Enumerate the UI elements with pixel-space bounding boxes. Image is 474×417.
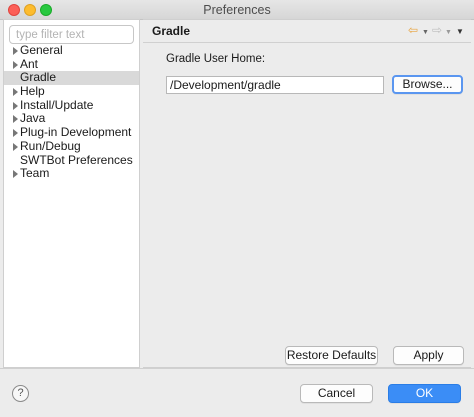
expand-arrow-icon[interactable] — [13, 88, 18, 97]
view-menu-icon[interactable]: ▼ — [456, 26, 464, 38]
page-title: Gradle — [152, 24, 191, 38]
expand-arrow-icon[interactable] — [13, 101, 18, 110]
preference-tree: General Ant Gradle Help Install/Update J… — [4, 43, 139, 181]
tree-item-label: Help — [20, 84, 45, 99]
header-divider — [143, 42, 471, 43]
preference-page: Gradle ⇦ ▼ ⇨ ▼ ▼ Gradle User Home: Brows… — [143, 19, 471, 368]
forward-arrow-icon[interactable]: ⇨ — [432, 24, 442, 36]
tree-item-swtbot-preferences[interactable]: SWTBot Preferences — [4, 152, 139, 168]
tree-item-label: General — [20, 43, 63, 57]
tree-item-label: Java — [20, 111, 46, 126]
expand-arrow-icon[interactable] — [13, 115, 18, 124]
tree-item-label: Gradle — [20, 70, 57, 85]
preferences-window: Preferences General Ant Gradle Help Inst… — [0, 0, 474, 417]
tree-item-label: Team — [20, 166, 50, 181]
tree-item-label: SWTBot Preferences — [20, 152, 133, 167]
forward-history-dropdown-icon[interactable]: ▼ — [445, 27, 452, 39]
tree-item-ant[interactable]: Ant — [4, 56, 139, 72]
tree-item-label: Plug-in Development — [20, 125, 132, 140]
gradle-user-home-label: Gradle User Home: — [166, 53, 266, 65]
back-arrow-icon[interactable]: ⇦ — [408, 24, 418, 36]
tree-item-gradle[interactable]: Gradle — [4, 70, 139, 86]
tree-item-install-update[interactable]: Install/Update — [4, 97, 139, 113]
ok-button[interactable]: OK — [388, 384, 461, 403]
gradle-user-home-input[interactable] — [166, 76, 384, 94]
footer-divider — [0, 368, 474, 369]
page-header: Gradle ⇦ ▼ ⇨ ▼ ▼ — [143, 20, 471, 42]
window-title: Preferences — [203, 3, 271, 17]
tree-item-team[interactable]: Team — [4, 166, 139, 181]
tree-item-help[interactable]: Help — [4, 84, 139, 99]
tree-item-label: Run/Debug — [20, 138, 81, 153]
filter-input[interactable] — [9, 25, 134, 44]
tree-item-run-debug[interactable]: Run/Debug — [4, 138, 139, 154]
tree-item-label: Ant — [20, 56, 39, 71]
help-icon[interactable]: ? — [12, 385, 29, 402]
expand-arrow-icon[interactable] — [13, 47, 18, 55]
preference-tree-panel: General Ant Gradle Help Install/Update J… — [3, 19, 140, 368]
tree-item-general[interactable]: General — [4, 43, 139, 58]
cancel-button[interactable]: Cancel — [300, 384, 373, 403]
expand-arrow-icon[interactable] — [13, 129, 18, 138]
expand-arrow-icon[interactable] — [13, 142, 18, 151]
tree-item-plugin-development[interactable]: Plug-in Development — [4, 125, 139, 140]
tree-item-label: Install/Update — [20, 97, 94, 112]
title-bar: Preferences — [0, 0, 474, 20]
expand-arrow-icon[interactable] — [13, 170, 18, 179]
apply-button[interactable]: Apply — [393, 346, 464, 365]
tree-item-java[interactable]: Java — [4, 112, 139, 126]
browse-button[interactable]: Browse... — [392, 75, 463, 94]
back-history-dropdown-icon[interactable]: ▼ — [422, 27, 429, 39]
restore-defaults-button[interactable]: Restore Defaults — [285, 346, 378, 365]
expand-arrow-icon[interactable] — [13, 60, 18, 69]
